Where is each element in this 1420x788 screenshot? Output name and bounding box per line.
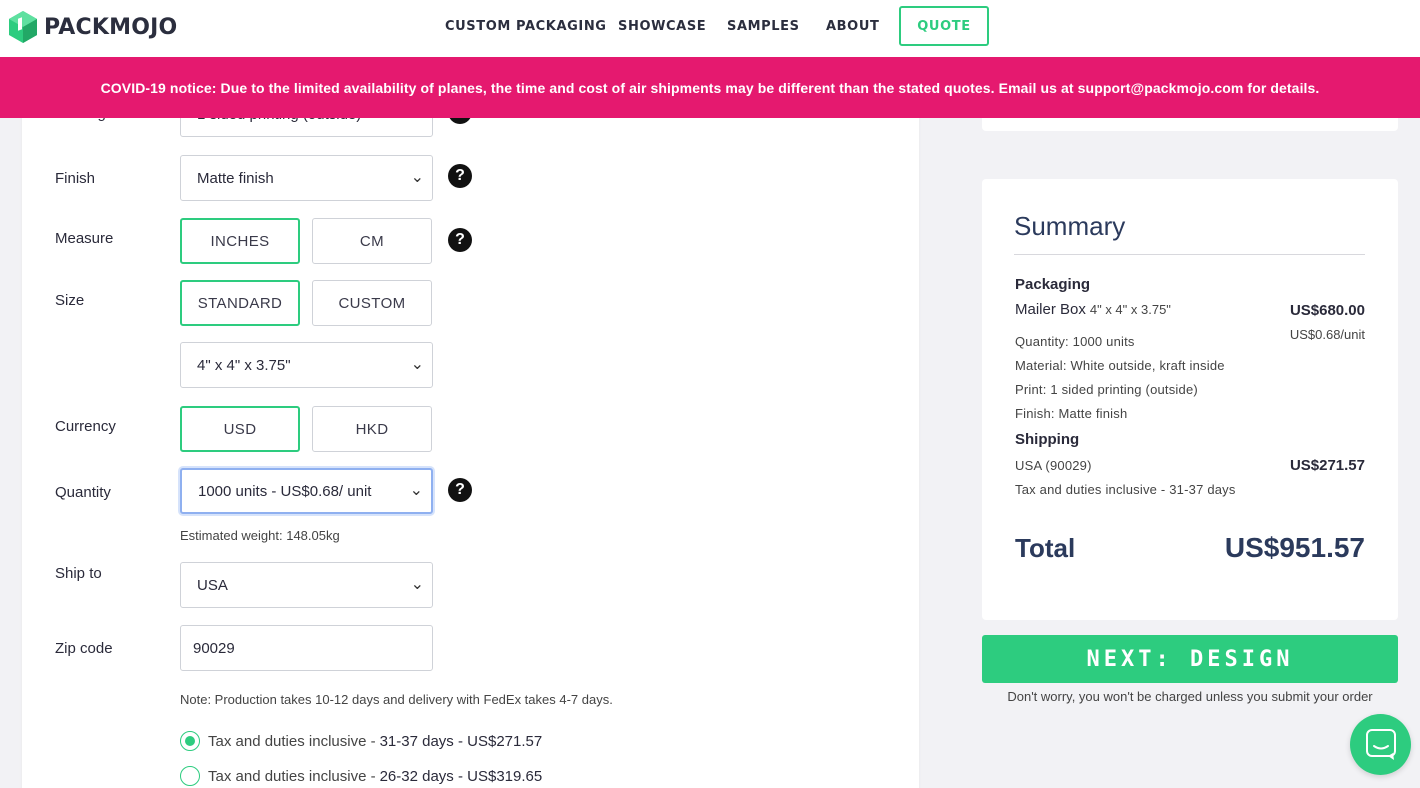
size-value: 4" x 4" x 3.75" [197,356,291,374]
chat-button[interactable] [1350,714,1411,775]
shipping-option-2-detail: 26-32 days - US$319.65 [379,767,543,785]
shipping-price: US$271.57 [1289,457,1365,474]
estimated-weight: Estimated weight: 148.05kg [180,528,340,543]
shipping-option-1-detail: 31-37 days - US$271.57 [379,732,543,750]
total-value: US$951.57 [1224,532,1365,563]
ship-to-value: USA [197,576,228,594]
finish-value: Matte finish [197,169,274,187]
production-note: Note: Production takes 10-12 days and de… [180,692,613,707]
finish-help-icon[interactable]: ? [448,164,472,188]
unit-price: US$0.68/unit [1289,327,1365,342]
chevron-down-icon: ⌄ [409,482,423,499]
detail-quantity: Quantity: 1000 units [1015,334,1135,349]
product-line: Mailer Box 4" x 4" x 3.75" [1015,301,1171,318]
packmojo-logo-icon [9,11,37,43]
size-custom-button[interactable]: CUSTOM [312,280,432,326]
chevron-down-icon: ⌄ [410,576,424,593]
page: Printing 1 sided printing (outside) ? Fi… [0,0,1420,788]
zip-value: 90029 [193,639,235,657]
packaging-heading: Packaging [1015,276,1091,293]
nav-samples[interactable]: SAMPLES [727,19,800,34]
measure-inches-button[interactable]: INCHES [180,218,300,264]
reassure-text: Don't worry, you won't be charged unless… [1007,689,1373,704]
brand-name: PACKMOJO [44,14,178,40]
summary-divider [1014,254,1365,255]
finish-select[interactable]: Matte finish ⌄ [180,155,433,201]
shipping-heading: Shipping [1015,431,1080,448]
brand-logo[interactable]: PACKMOJO [9,11,177,43]
finish-label: Finish [55,170,96,187]
quote-button[interactable]: QUOTE [899,6,989,46]
packaging-price: US$680.00 [1289,302,1365,319]
nav-about[interactable]: ABOUT [826,19,879,34]
detail-print: Print: 1 sided printing (outside) [1015,382,1198,397]
quantity-help-icon[interactable]: ? [448,478,472,502]
measure-cm-button[interactable]: CM [312,218,432,264]
quantity-label: Quantity [55,484,111,501]
covid-notice-banner: COVID-19 notice: Due to the limited avai… [0,57,1420,118]
radio-button[interactable] [180,731,200,751]
product-name: Mailer Box [1015,301,1086,318]
notice-text: COVID-19 notice: Due to the limited avai… [100,79,1320,96]
ship-to-label: Ship to [55,565,102,582]
shipping-detail: Tax and duties inclusive - 31-37 days [1015,482,1236,497]
quantity-select[interactable]: 1000 units - US$0.68/ unit ⌄ [180,468,433,514]
shipping-option-2[interactable]: Tax and duties inclusive - 26-32 days - … [180,766,542,786]
radio-button[interactable] [180,766,200,786]
nav-showcase[interactable]: SHOWCASE [618,19,706,34]
detail-material: Material: White outside, kraft inside [1015,358,1225,373]
shipping-option-1[interactable]: Tax and duties inclusive - 31-37 days - … [180,731,542,751]
chevron-down-icon: ⌄ [410,169,424,186]
zip-label: Zip code [55,640,113,657]
size-select[interactable]: 4" x 4" x 3.75" ⌄ [180,342,433,388]
measure-help-icon[interactable]: ? [448,228,472,252]
product-dims: 4" x 4" x 3.75" [1089,302,1171,317]
ship-to-select[interactable]: USA ⌄ [180,562,433,608]
nav-custom-packaging[interactable]: CUSTOM PACKAGING [445,19,607,34]
quantity-value: 1000 units - US$0.68/ unit [198,482,372,500]
next-design-button[interactable]: NEXT: DESIGN [982,635,1398,683]
currency-usd-button[interactable]: USD [180,406,300,452]
configurator-card [22,0,919,788]
shipping-option-2-prefix: Tax and duties inclusive - [208,767,376,785]
total-label: Total [1015,533,1076,563]
currency-label: Currency [55,418,116,435]
summary-title: Summary [1014,211,1126,241]
detail-finish: Finish: Matte finish [1015,406,1128,421]
summary-card: Summary Packaging Mailer Box 4" x 4" x 3.… [982,179,1398,620]
currency-hkd-button[interactable]: HKD [312,406,432,452]
chat-icon [1365,728,1396,760]
measure-label: Measure [55,230,114,247]
shipping-location: USA (90029) [1015,458,1092,473]
size-label: Size [55,292,85,309]
zip-input[interactable]: 90029 [180,625,433,671]
site-header: PACKMOJO CUSTOM PACKAGING SHOWCASE SAMPL… [0,0,1420,57]
shipping-option-1-prefix: Tax and duties inclusive - [208,732,376,750]
chevron-down-icon: ⌄ [410,356,424,373]
size-standard-button[interactable]: STANDARD [180,280,300,326]
